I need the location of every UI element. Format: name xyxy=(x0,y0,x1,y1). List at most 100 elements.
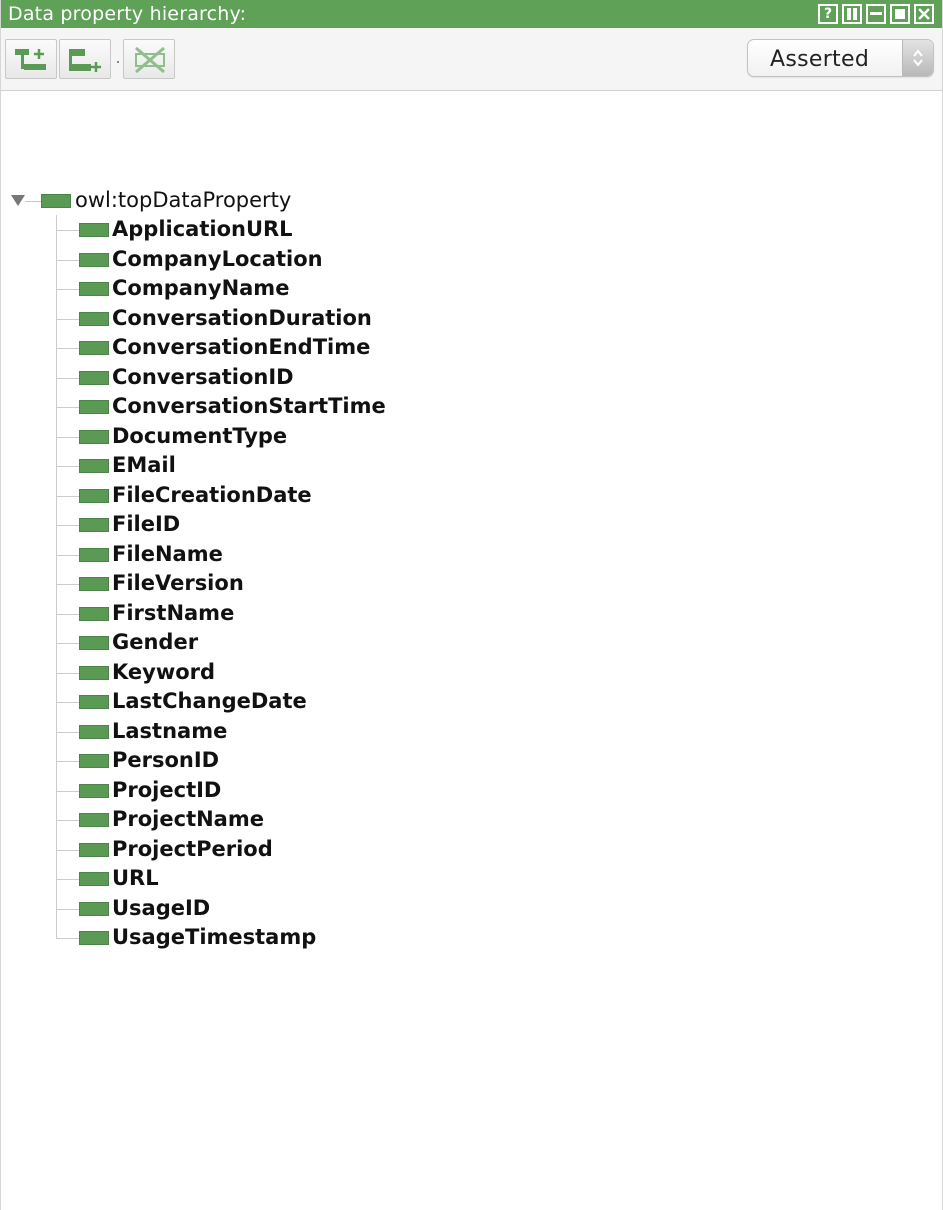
data-property-icon xyxy=(79,754,109,768)
data-property-icon xyxy=(79,665,109,680)
tree-item[interactable]: Gender xyxy=(1,629,501,659)
add-sibling-property-icon xyxy=(69,49,101,72)
tree-item-label: DocumentType xyxy=(112,423,288,448)
tree-item-label: UsageTimestamp xyxy=(112,925,317,949)
toolbar-separator xyxy=(117,61,119,63)
tree-item[interactable]: ProjectName xyxy=(1,806,501,836)
tree-item[interactable]: ProjectID xyxy=(1,777,501,807)
tree-connector xyxy=(57,407,79,408)
expand-arrow-icon[interactable] xyxy=(11,195,25,206)
tree-item-label: FileName xyxy=(112,541,223,566)
tree-connector xyxy=(57,348,79,349)
add-subproperty-icon xyxy=(15,49,46,70)
tree-item[interactable]: UsageID xyxy=(1,895,501,925)
tree-connector xyxy=(57,554,79,556)
tree-connector xyxy=(57,466,79,467)
tree-item[interactable]: UsageTimestamp xyxy=(1,924,501,954)
tree-item[interactable]: FileID xyxy=(1,511,501,541)
tree-connector xyxy=(57,731,79,733)
tree-item-label: ApplicationURL xyxy=(112,217,293,241)
tree-item-label: ConversationDuration xyxy=(112,305,372,330)
tree-item-label: ProjectName xyxy=(112,807,264,831)
tree-connector xyxy=(57,613,79,615)
tree-item[interactable]: EMail xyxy=(1,452,501,482)
data-property-icon xyxy=(79,813,109,827)
root-property-label: owl:topDataProperty xyxy=(75,188,292,212)
data-property-icon xyxy=(79,636,109,650)
tree-connector xyxy=(57,790,79,792)
delete-property-button[interactable] xyxy=(123,39,175,79)
tree-root-node[interactable]: owl:topDataProperty xyxy=(1,187,401,215)
tree-connector xyxy=(57,643,79,644)
tree-item[interactable]: Keyword xyxy=(1,659,501,689)
tree-connector xyxy=(57,702,79,703)
data-property-icon xyxy=(79,783,109,798)
view-mode-select[interactable]: Asserted xyxy=(747,39,934,77)
data-property-icon xyxy=(79,311,109,326)
panel-titlebar: Data property hierarchy: ? xyxy=(1,0,942,28)
help-icon[interactable]: ? xyxy=(818,4,838,24)
tree-connector xyxy=(57,938,79,939)
tree-item[interactable]: DocumentType xyxy=(1,423,501,453)
minimize-icon[interactable] xyxy=(866,4,886,24)
data-property-icon xyxy=(79,400,109,414)
tree-item[interactable]: ConversationID xyxy=(1,364,501,394)
tree-item[interactable]: ConversationStartTime xyxy=(1,393,501,423)
tree-item-label: URL xyxy=(112,866,159,890)
data-property-icon xyxy=(79,606,109,621)
data-property-icon xyxy=(79,252,109,267)
data-property-icon xyxy=(79,931,109,945)
add-sibling-property-button[interactable] xyxy=(59,39,111,79)
split-view-icon[interactable] xyxy=(842,4,862,24)
tree-item[interactable]: URL xyxy=(1,865,501,895)
tree-connector xyxy=(57,879,79,880)
tree-connector xyxy=(57,259,79,261)
tree-item[interactable]: FileVersion xyxy=(1,570,501,600)
tree-connector xyxy=(57,525,79,526)
data-property-icon xyxy=(79,695,109,709)
tree-connector xyxy=(57,820,79,821)
tree-item-label: ConversationEndTime xyxy=(112,335,371,359)
tree-item-label: ProjectPeriod xyxy=(112,836,273,861)
tree-connector xyxy=(57,318,79,320)
tree-item[interactable]: ApplicationURL xyxy=(1,216,501,246)
data-property-icon xyxy=(79,223,109,237)
tree-item[interactable]: ProjectPeriod xyxy=(1,836,501,866)
tree-connector xyxy=(57,908,79,910)
tree-item-label: FileCreationDate xyxy=(112,482,312,507)
data-property-icon xyxy=(79,518,109,532)
tree-item-label: CompanyLocation xyxy=(112,246,323,271)
maximize-icon[interactable] xyxy=(890,4,910,24)
tree-item[interactable]: ConversationEndTime xyxy=(1,334,501,364)
tree-item-label: Gender xyxy=(112,630,199,654)
data-property-icon xyxy=(79,488,109,503)
close-icon[interactable] xyxy=(914,4,934,24)
tree-connector xyxy=(57,230,79,231)
tree-item-label: ConversationID xyxy=(112,364,294,389)
data-property-icon xyxy=(79,341,109,355)
tree-item-label: LastChangeDate xyxy=(112,689,307,713)
tree-item[interactable]: ConversationDuration xyxy=(1,305,501,335)
tree-item-label: ConversationStartTime xyxy=(112,394,386,418)
tree-item[interactable]: PersonID xyxy=(1,747,501,777)
tree-item[interactable]: FirstName xyxy=(1,600,501,630)
data-property-icon xyxy=(79,459,109,473)
tree-item[interactable]: FileName xyxy=(1,541,501,571)
toolbar: Asserted xyxy=(1,28,942,91)
tree-item-label: PersonID xyxy=(112,748,220,772)
add-subproperty-button[interactable] xyxy=(5,39,57,79)
tree-item[interactable]: LastChangeDate xyxy=(1,688,501,718)
tree-item[interactable]: FileCreationDate xyxy=(1,482,501,512)
tree-item[interactable]: Lastname xyxy=(1,718,501,748)
tree-item[interactable]: CompanyLocation xyxy=(1,246,501,276)
tree-item-label: Keyword xyxy=(112,659,216,684)
data-property-icon xyxy=(79,370,109,385)
tree-item-label: FileID xyxy=(112,512,181,536)
tree-connector xyxy=(57,761,79,762)
tree-item[interactable]: CompanyName xyxy=(1,275,501,305)
window-buttons: ? xyxy=(818,4,934,24)
tree-connector xyxy=(57,849,79,851)
data-property-icon xyxy=(79,429,109,444)
data-property-icon xyxy=(79,577,109,591)
data-property-icon xyxy=(79,547,109,562)
